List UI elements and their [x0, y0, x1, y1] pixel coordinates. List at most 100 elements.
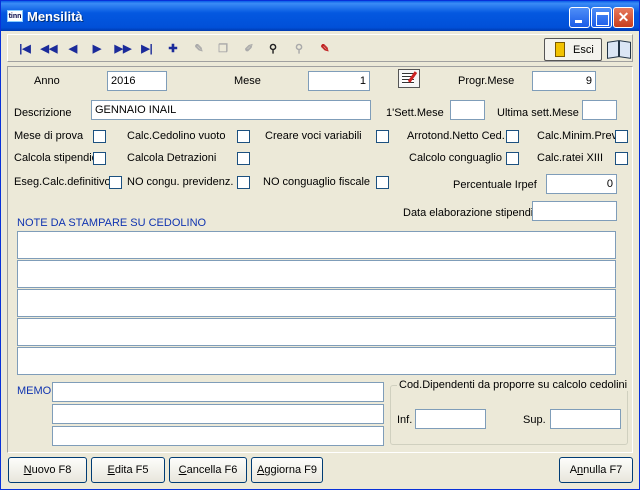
memo-line-2[interactable] [52, 404, 384, 424]
nuovo-button[interactable]: Nuovo F8 [8, 457, 87, 483]
aggiorna-label: ggiorna F9 [264, 464, 317, 476]
creare-voci-label: Creare voci variabili [265, 130, 362, 142]
mese-field[interactable]: 1 [308, 71, 370, 91]
calcola-detrazioni-label: Calcola Detrazioni [127, 152, 217, 164]
calcola-stipendio-label: Calcola stipendio [14, 152, 98, 164]
note-line-3[interactable] [17, 289, 616, 317]
search-disabled-icon[interactable]: ⚲ [288, 39, 310, 59]
no-congu-prev-checkbox[interactable] [237, 176, 250, 189]
next-page-icon[interactable]: ▶▶ [112, 39, 134, 59]
book-page-left [607, 40, 619, 59]
creare-voci-checkbox[interactable] [376, 130, 389, 143]
calc-minim-prev-label: Calc.Minim.Prev. [537, 130, 620, 142]
calc-cedolino-vuoto-checkbox[interactable] [237, 130, 250, 143]
edita-key: E [107, 464, 115, 476]
prev-page-icon[interactable]: ◀◀ [38, 39, 60, 59]
mese-prova-label: Mese di prova [14, 130, 84, 142]
inf-label: Inf. [397, 414, 413, 426]
calcola-detrazioni-checkbox[interactable] [237, 152, 250, 165]
maximize-icon [592, 8, 611, 27]
nuovo-key: N [23, 464, 32, 476]
annulla-label: nulla F7 [583, 464, 623, 476]
sup-label: Sup. [523, 414, 546, 426]
edit-record-icon[interactable]: ✎ [188, 39, 210, 59]
close-icon: ✕ [617, 9, 630, 25]
eseg-calc-def-label: Eseg.Calc.definitivo [14, 176, 111, 188]
copy-record-icon[interactable]: ❐ [212, 39, 234, 59]
ultima-sett-field[interactable] [582, 100, 617, 120]
mese-prova-checkbox[interactable] [93, 130, 106, 143]
calc-cedolino-vuoto-label: Calc.Cedolino vuoto [127, 130, 226, 142]
note-line-1[interactable] [17, 231, 616, 259]
title-bar[interactable]: tinn Mensilità ✕ [1, 1, 639, 31]
edita-label: dita F5 [114, 464, 149, 476]
window-title: Mensilità [27, 9, 83, 24]
data-elab-field[interactable] [532, 201, 617, 221]
mensilita-window: tinn Mensilità ✕ |◀ ◀◀ ◀ ▶ ▶▶ ▶| ✚ ✎ ❐ ✐… [0, 0, 640, 490]
toolbar: |◀ ◀◀ ◀ ▶ ▶▶ ▶| ✚ ✎ ❐ ✐ ⚲ ⚲ ✎ Esci [7, 34, 633, 62]
eseg-calc-def-checkbox[interactable] [109, 176, 122, 189]
clear-filter-icon[interactable]: ✎ [314, 39, 336, 59]
no-congu-fiscale-checkbox[interactable] [376, 176, 389, 189]
maximize-button[interactable] [591, 7, 612, 28]
anno-field[interactable]: 2016 [107, 71, 167, 91]
nuovo-label: uovo F8 [31, 464, 72, 476]
delete-record-icon[interactable]: ✐ [238, 39, 260, 59]
cancella-key: C [178, 464, 187, 476]
edita-button[interactable]: Edita F5 [91, 457, 165, 483]
calc-minim-prev-checkbox[interactable] [615, 130, 628, 143]
note-line-5[interactable] [17, 347, 616, 375]
memo-label: MEMO [17, 385, 52, 397]
cancella-label: ancella F6 [186, 464, 238, 476]
primo-sett-field[interactable] [450, 100, 485, 120]
help-book-icon[interactable] [605, 37, 633, 62]
note-line-4[interactable] [17, 318, 616, 346]
sup-field[interactable] [550, 409, 621, 429]
descrizione-label: Descrizione [14, 107, 72, 119]
exit-door-icon [555, 42, 565, 57]
no-congu-fiscale-label: NO conguaglio fiscale [263, 176, 371, 188]
new-record-icon[interactable]: ✚ [162, 39, 184, 59]
calc-ratei-checkbox[interactable] [615, 152, 628, 165]
primo-sett-label: 1'Sett.Mese [386, 107, 444, 119]
annulla-button[interactable]: Annulla F7 [559, 457, 633, 483]
percentuale-irpef-label: Percentuale Irpef [453, 179, 537, 191]
cod-dipendenti-label: Cod.Dipendenti da proporre su calcolo ce… [397, 379, 630, 391]
next-record-icon[interactable]: ▶ [86, 39, 108, 59]
calcolo-conguaglio-label: Calcolo conguaglio [409, 152, 502, 164]
calendar-calc-icon[interactable] [398, 69, 420, 88]
data-elab-label: Data elaborazione stipendi [403, 207, 534, 219]
search-icon[interactable]: ⚲ [262, 39, 284, 59]
first-record-icon[interactable]: |◀ [14, 39, 36, 59]
calcolo-conguaglio-checkbox[interactable] [506, 152, 519, 165]
close-button[interactable]: ✕ [613, 7, 634, 28]
annulla-prefix: A [569, 464, 578, 476]
prev-record-icon[interactable]: ◀ [62, 39, 84, 59]
arrotond-netto-checkbox[interactable] [506, 130, 519, 143]
percentuale-irpef-field[interactable]: 0 [546, 174, 617, 194]
progr-mese-field[interactable]: 9 [532, 71, 596, 91]
minimize-icon [570, 8, 589, 27]
last-record-icon[interactable]: ▶| [136, 39, 158, 59]
anno-label: Anno [34, 75, 60, 87]
calc-ratei-label: Calc.ratei XIII [537, 152, 604, 164]
note-label: NOTE DA STAMPARE SU CEDOLINO [17, 217, 207, 229]
memo-line-1[interactable] [52, 382, 384, 402]
memo-line-3[interactable] [52, 426, 384, 446]
exit-button[interactable]: Esci [544, 38, 602, 61]
cancella-button[interactable]: Cancella F6 [169, 457, 247, 483]
progr-mese-label: Progr.Mese [458, 75, 515, 87]
ultima-sett-label: Ultima sett.Mese [497, 107, 579, 119]
arrotond-netto-label: Arrotond.Netto Ced. [407, 130, 505, 142]
descrizione-field[interactable]: GENNAIO INAIL [91, 100, 371, 120]
app-icon: tinn [7, 10, 23, 22]
exit-button-label: Esci [573, 44, 594, 56]
mese-label: Mese [234, 75, 261, 87]
inf-field[interactable] [415, 409, 486, 429]
note-line-2[interactable] [17, 260, 616, 288]
no-congu-prev-label: NO congu. previdenz. [127, 176, 234, 188]
aggiorna-button[interactable]: Aggiorna F9 [251, 457, 323, 483]
book-page-right [619, 40, 631, 59]
minimize-button[interactable] [569, 7, 590, 28]
calcola-stipendio-checkbox[interactable] [93, 152, 106, 165]
